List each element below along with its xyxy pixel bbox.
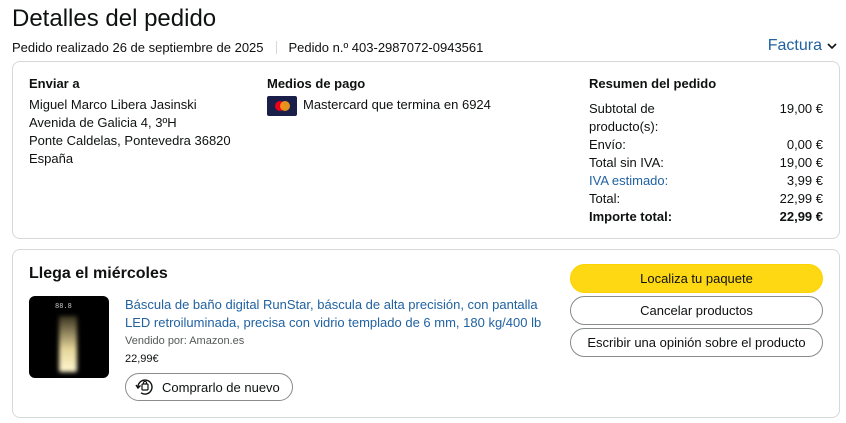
invoice-dropdown[interactable]: Factura — [768, 37, 838, 55]
order-number: Pedido n.º 403-2987072-0943561 — [288, 40, 484, 55]
order-date: Pedido realizado 26 de septiembre de 202… — [12, 40, 264, 55]
write-review-button[interactable]: Escribir una opinión sobre el producto — [570, 328, 823, 357]
grand-total-label: Importe total: — [589, 209, 673, 224]
payment-method-text: Mastercard que termina en 6924 — [303, 97, 491, 112]
product-image[interactable]: 88.8 — [29, 296, 109, 378]
total-before-tax-row: Total sin IVA: 19,00 € — [589, 154, 823, 172]
shipping-address: Miguel Marco Libera Jasinski Avenida de … — [29, 96, 231, 168]
address-city: Ponte Caldelas, Pontevedra 36820 — [29, 133, 231, 148]
shipping-label: Envío: — [589, 137, 626, 152]
mastercard-icon — [267, 96, 297, 116]
scale-display-reading: 88.8 — [55, 302, 72, 310]
subtotal-row: Subtotal de producto(s): 19,00 € — [589, 100, 823, 136]
shipping-row: Envío: 0,00 € — [589, 136, 823, 154]
tax-row: IVA estimado: 3,99 € — [589, 172, 823, 190]
product-price: 22,99€ — [125, 353, 159, 365]
order-totals-heading: Resumen del pedido — [589, 76, 717, 91]
buy-again-button[interactable]: Comprarlo de nuevo — [125, 373, 293, 401]
payment-heading: Medios de pago — [267, 76, 366, 91]
tax-value: 3,99 € — [786, 173, 823, 188]
shipment-card: Llega el miércoles 88.8 Báscula de baño … — [12, 249, 840, 418]
subtotal-label: Subtotal de producto(s): — [589, 101, 659, 134]
subtotal-value: 19,00 € — [779, 101, 823, 116]
invoice-label: Factura — [767, 37, 822, 54]
total-row: Total: 22,99 € — [589, 190, 823, 208]
total-before-tax-value: 19,00 € — [779, 155, 823, 170]
total-before-tax-label: Total sin IVA: — [589, 155, 664, 170]
track-package-button[interactable]: Localiza tu paquete — [570, 264, 823, 293]
grand-total-row: Importe total: 22,99 € — [589, 208, 823, 226]
order-meta: Pedido realizado 26 de septiembre de 202… — [12, 40, 483, 55]
order-summary-card: Enviar a Miguel Marco Libera Jasinski Av… — [12, 61, 840, 239]
delivery-status: Llega el miércoles — [29, 265, 168, 282]
total-label: Total: — [589, 191, 621, 206]
meta-divider — [275, 41, 277, 54]
shipping-value: 0,00 € — [786, 137, 823, 152]
address-street: Avenida de Galicia 4, 3ºH — [29, 115, 177, 130]
address-name: Miguel Marco Libera Jasinski — [29, 97, 197, 112]
address-country: España — [29, 151, 74, 166]
product-title-link[interactable]: Báscula de baño digital RunStar, báscula… — [125, 296, 555, 332]
ship-to-heading: Enviar a — [29, 76, 80, 91]
buy-again-label: Comprarlo de nuevo — [162, 379, 280, 395]
total-value: 22,99 € — [779, 191, 823, 206]
tax-link[interactable]: IVA estimado: — [589, 172, 668, 190]
page-title: Detalles del pedido — [12, 5, 217, 32]
grand-total-value: 22,99 € — [779, 209, 823, 224]
chevron-down-icon — [827, 43, 837, 50]
seller-info: Vendido por: Amazon.es — [125, 335, 245, 347]
cancel-items-button[interactable]: Cancelar productos — [570, 296, 823, 325]
buy-again-icon — [135, 379, 153, 395]
